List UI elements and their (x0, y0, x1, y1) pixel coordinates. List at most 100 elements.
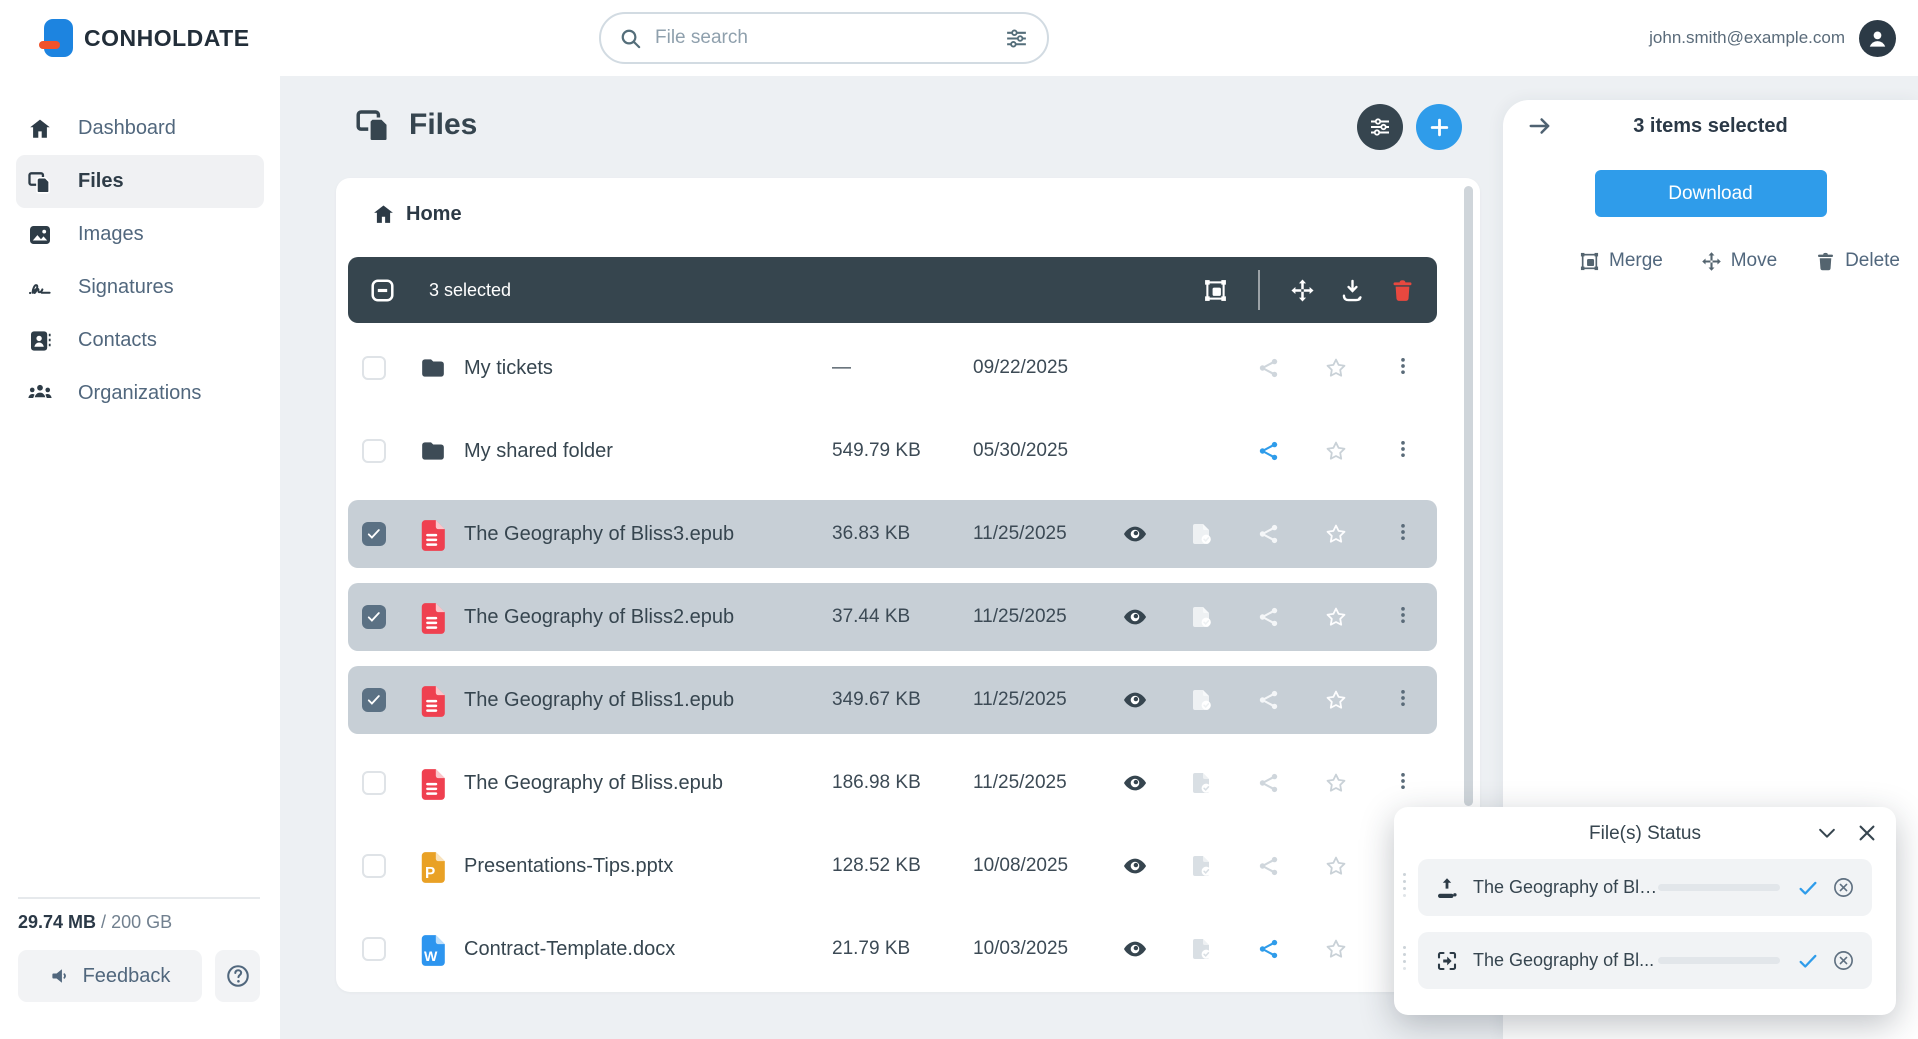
dismiss-circle-x-icon[interactable] (1832, 949, 1855, 972)
file-size: 549.79 KB (813, 440, 960, 462)
file-row[interactable]: The Geography of Bliss.epub 186.98 KB 11… (348, 749, 1437, 817)
progress-bar (1658, 884, 1780, 891)
file-name: The Geography of Bliss3.epub (464, 523, 813, 546)
sidebar-item-images[interactable]: Images (16, 208, 264, 261)
more-options-icon[interactable] (1393, 356, 1413, 380)
search-filter-sliders-icon[interactable] (1004, 26, 1029, 51)
file-name: The Geography of Bliss1.epub (464, 689, 813, 712)
topbar: CONHOLDATE john.smith@example.com (0, 0, 1918, 76)
scrollbar[interactable] (1464, 186, 1473, 806)
sidebar-item-signatures[interactable]: Signatures (16, 261, 264, 314)
download-icon[interactable] (1340, 278, 1365, 303)
star-icon[interactable] (1324, 771, 1348, 795)
preview-eye-icon[interactable] (1123, 688, 1147, 712)
contact-card-icon (28, 329, 52, 353)
file-date: 11/25/2025 (960, 689, 1101, 711)
folder-row[interactable]: My shared folder 549.79 KB 05/30/2025 (348, 417, 1437, 485)
row-checkbox-checked[interactable] (362, 605, 386, 629)
merge-icon (1435, 949, 1459, 973)
share-icon[interactable] (1257, 937, 1281, 961)
share-icon[interactable] (1257, 356, 1281, 380)
preview-eye-icon[interactable] (1123, 605, 1147, 629)
people-group-icon (28, 382, 52, 406)
preview-eye-icon[interactable] (1123, 937, 1147, 961)
star-icon[interactable] (1324, 688, 1348, 712)
file-row[interactable]: P Presentations-Tips.pptx 128.52 KB 10/0… (348, 832, 1437, 900)
feedback-button[interactable]: Feedback (18, 950, 202, 1002)
star-icon[interactable] (1324, 937, 1348, 961)
file-name: The Geography of Bliss2.epub (464, 606, 813, 629)
star-icon[interactable] (1324, 356, 1348, 380)
files-title-icon (356, 107, 392, 143)
convert-file-icon[interactable] (1190, 605, 1214, 629)
preview-eye-icon[interactable] (1123, 771, 1147, 795)
add-file-button[interactable] (1416, 104, 1462, 150)
share-icon[interactable] (1257, 854, 1281, 878)
indeterminate-checkbox-icon[interactable] (370, 278, 395, 303)
file-search-bar[interactable] (599, 12, 1049, 64)
move-icon[interactable] (1290, 278, 1315, 303)
row-checkbox[interactable] (362, 854, 386, 878)
row-checkbox[interactable] (362, 439, 386, 463)
file-row[interactable]: The Geography of Bliss2.epub 37.44 KB 11… (348, 583, 1437, 651)
collapse-panel-arrow-icon[interactable] (1527, 113, 1553, 139)
sidebar-item-organizations[interactable]: Organizations (16, 367, 264, 420)
file-row[interactable]: The Geography of Bliss1.epub 349.67 KB 1… (348, 666, 1437, 734)
file-status-panel: File(s) Status The Geography of Bli... (1394, 807, 1896, 1015)
preview-eye-icon[interactable] (1123, 522, 1147, 546)
sidebar-item-contacts[interactable]: Contacts (16, 314, 264, 367)
star-icon[interactable] (1324, 605, 1348, 629)
share-icon[interactable] (1257, 439, 1281, 463)
speaker-icon (50, 965, 72, 987)
view-settings-button[interactable] (1357, 104, 1403, 150)
file-size: 36.83 KB (813, 523, 960, 545)
sidebar-item-files[interactable]: Files (16, 155, 264, 208)
search-input[interactable] (655, 27, 1004, 49)
share-icon[interactable] (1257, 771, 1281, 795)
more-options-icon[interactable] (1393, 439, 1413, 463)
file-row[interactable]: The Geography of Bliss3.epub 36.83 KB 11… (348, 500, 1437, 568)
convert-file-icon[interactable] (1190, 771, 1214, 795)
chevron-down-icon[interactable] (1816, 822, 1838, 844)
merge-action[interactable]: Merge (1579, 250, 1663, 272)
merge-icon[interactable] (1203, 278, 1228, 303)
more-options-icon[interactable] (1393, 771, 1413, 795)
star-icon[interactable] (1324, 439, 1348, 463)
more-options-icon[interactable] (1393, 688, 1413, 712)
move-action[interactable]: Move (1701, 250, 1777, 272)
epub-file-icon (420, 602, 446, 632)
sidebar-item-label: Signatures (78, 276, 174, 299)
person-icon (1865, 26, 1890, 51)
folder-row[interactable]: My tickets — 09/22/2025 (348, 334, 1437, 402)
convert-file-icon[interactable] (1190, 854, 1214, 878)
star-icon[interactable] (1324, 854, 1348, 878)
drag-handle[interactable] (1403, 946, 1406, 949)
dismiss-circle-x-icon[interactable] (1832, 876, 1855, 899)
row-checkbox-checked[interactable] (362, 522, 386, 546)
share-icon[interactable] (1257, 605, 1281, 629)
row-checkbox[interactable] (362, 356, 386, 380)
close-icon[interactable] (1856, 822, 1878, 844)
brand-logo[interactable]: CONHOLDATE (44, 19, 250, 57)
user-avatar[interactable] (1859, 20, 1896, 57)
more-options-icon[interactable] (1393, 522, 1413, 546)
delete-action[interactable]: Delete (1815, 250, 1900, 272)
share-icon[interactable] (1257, 688, 1281, 712)
convert-file-icon[interactable] (1190, 522, 1214, 546)
download-button[interactable]: Download (1595, 170, 1827, 217)
file-row[interactable]: W Contract-Template.docx 21.79 KB 10/03/… (348, 915, 1437, 983)
more-options-icon[interactable] (1393, 605, 1413, 629)
star-icon[interactable] (1324, 522, 1348, 546)
convert-file-icon[interactable] (1190, 937, 1214, 961)
breadcrumb[interactable]: Home (372, 203, 462, 226)
sidebar-item-dashboard[interactable]: Dashboard (16, 102, 264, 155)
row-checkbox-checked[interactable] (362, 688, 386, 712)
preview-eye-icon[interactable] (1123, 854, 1147, 878)
drag-handle[interactable] (1403, 873, 1406, 876)
row-checkbox[interactable] (362, 937, 386, 961)
help-button[interactable] (215, 950, 260, 1002)
convert-file-icon[interactable] (1190, 688, 1214, 712)
row-checkbox[interactable] (362, 771, 386, 795)
delete-icon[interactable] (1390, 278, 1415, 303)
share-icon[interactable] (1257, 522, 1281, 546)
